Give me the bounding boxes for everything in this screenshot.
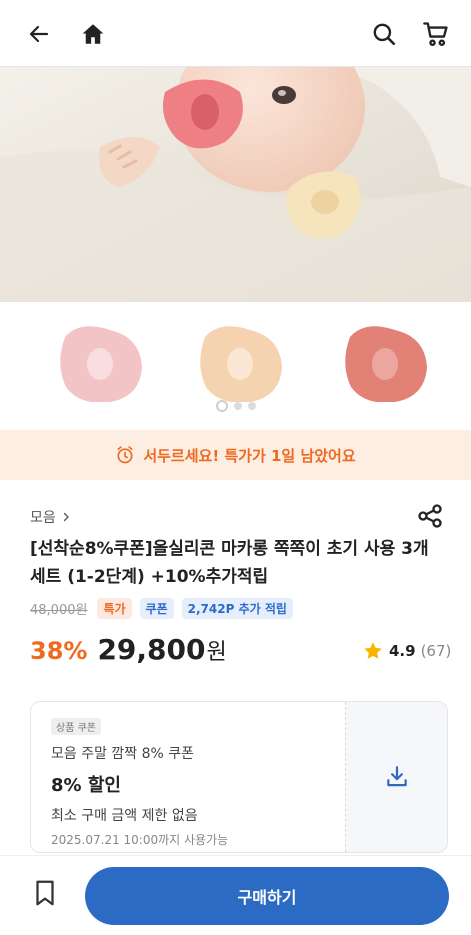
coupon-download-button[interactable] [346, 702, 447, 852]
home-button[interactable] [79, 20, 107, 48]
sale-price: 29,800원 [97, 633, 226, 666]
pacifier-pink-option[interactable] [60, 326, 142, 403]
bookmark-icon [36, 880, 54, 906]
pacifier-peach-option[interactable] [200, 326, 282, 403]
currency-unit: 원 [206, 640, 227, 665]
carousel-indicator [0, 400, 471, 412]
carousel-dot[interactable] [215, 400, 228, 412]
coupon-badge: 쿠폰 [139, 598, 174, 619]
carousel-dot[interactable] [233, 402, 242, 410]
discount-rate: 38% [30, 637, 88, 665]
share-button[interactable] [416, 502, 444, 530]
search-icon [373, 23, 396, 46]
home-icon [82, 24, 104, 44]
coupon-card: 상품 쿠폰 모음 주말 깜짝 8% 쿠폰 8% 할인 최소 구매 금액 제한 없… [30, 701, 448, 853]
bottom-action-bar: 구매하기 [0, 855, 471, 935]
coupon-condition: 최소 구매 금액 제한 없음 [51, 808, 198, 824]
price-tags: 48,000원 특가 쿠폰 2,742P 추가 적립 [30, 598, 293, 619]
arrow-left-icon [29, 25, 49, 43]
top-app-bar [0, 0, 471, 67]
points-badge: 2,742P 추가 적립 [181, 598, 293, 619]
rating-score: 4.9 [389, 642, 416, 660]
cart-icon [423, 22, 448, 47]
product-info: 모음 [선착순8%쿠폰]올실리콘 마카롱 쪽쪽이 초기 사용 3개 세트 (1-… [0, 480, 471, 855]
breadcrumb-category: 모음 [30, 510, 56, 526]
coupon-amount: 8% 할인 [51, 775, 121, 796]
chevron-right-icon [63, 512, 69, 522]
product-photo[interactable] [0, 67, 471, 302]
back-button[interactable] [25, 20, 53, 48]
share-icon [418, 504, 442, 528]
coupon-name: 모음 주말 깜짝 8% 쿠폰 [51, 746, 195, 762]
deadline-alert-banner: 서두르세요! 특가가 1일 남았어요 [0, 430, 471, 480]
pacifier-coral-option[interactable] [345, 326, 427, 403]
buy-button[interactable]: 구매하기 [85, 867, 449, 925]
coupon-expiry: 2025.07.21 10:00까지 사용가능 [51, 833, 229, 847]
breadcrumb[interactable]: 모음 [30, 507, 72, 527]
pacifier-swatches [60, 326, 427, 403]
product-title: [선착순8%쿠폰]올실리콘 마카롱 쪽쪽이 초기 사용 3개 세트 (1-2단계… [30, 539, 429, 587]
product-photo-illustration [0, 67, 471, 302]
alarm-clock-icon [117, 446, 133, 464]
cart-button[interactable] [422, 20, 450, 48]
star-icon [364, 642, 382, 659]
original-price: 48,000원 [30, 603, 88, 618]
price-row: 38% 29,800원 [30, 633, 227, 666]
search-button[interactable] [370, 20, 398, 48]
review-count: (67) [420, 642, 452, 660]
coupon-details: 상품 쿠폰 모음 주말 깜짝 8% 쿠폰 8% 할인 최소 구매 금액 제한 없… [31, 702, 346, 852]
bookmark-button[interactable] [30, 876, 60, 910]
download-icon [386, 766, 407, 787]
carousel-dot[interactable] [247, 402, 256, 410]
rating[interactable]: 4.9 (67) [362, 640, 451, 662]
coupon-type-badge: 상품 쿠폰 [51, 718, 101, 735]
sale-price-amount: 29,800 [97, 633, 206, 666]
alert-text: 서두르세요! 특가가 1일 남았어요 [143, 446, 356, 465]
special-deal-badge: 특가 [97, 598, 132, 619]
